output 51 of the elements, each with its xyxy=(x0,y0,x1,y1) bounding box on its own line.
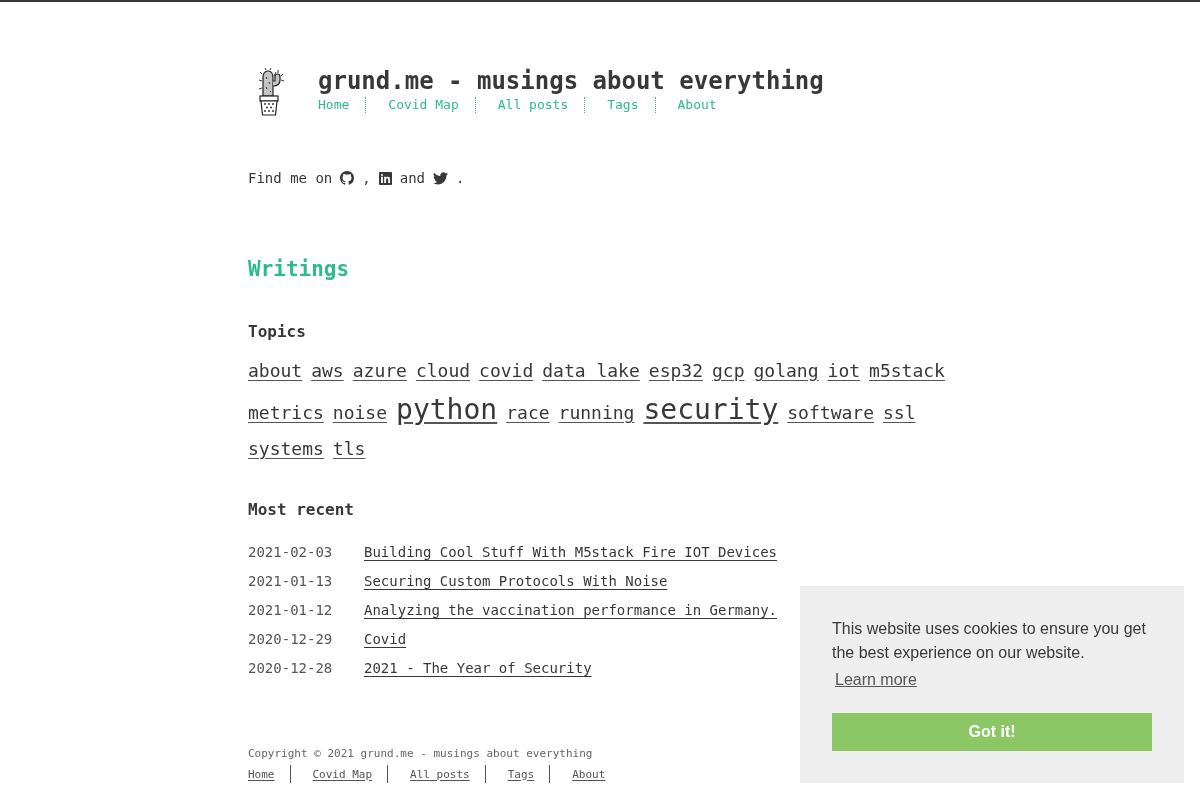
tag-link[interactable]: noise xyxy=(332,401,388,425)
tag-link[interactable]: about xyxy=(248,359,303,383)
post-date: 2020-12-28 xyxy=(248,659,334,678)
footer-link[interactable]: Covid Map xyxy=(312,766,373,782)
cactus-logo-icon[interactable] xyxy=(258,68,284,116)
footer-link[interactable]: All posts xyxy=(410,766,470,782)
tag-link[interactable]: metrics xyxy=(248,401,324,425)
post-date: 2021-01-13 xyxy=(248,572,334,591)
footer-link[interactable]: Tags xyxy=(507,766,535,782)
post-date: 2021-02-03 xyxy=(248,543,334,562)
social-text: and xyxy=(399,169,426,188)
recent-heading: Most recent xyxy=(248,500,355,520)
twitter-bird-icon[interactable] xyxy=(433,171,449,185)
social-text: , xyxy=(362,169,371,188)
tag-link[interactable]: m5stack xyxy=(869,359,945,383)
tag-link[interactable]: python xyxy=(396,393,498,427)
tag-link[interactable]: tls xyxy=(332,437,366,461)
footer-link[interactable]: Home xyxy=(248,766,275,782)
social-text: Find me on xyxy=(248,169,333,188)
post-link[interactable]: 2021 - The Year of Security xyxy=(364,658,777,678)
post-link[interactable]: Securing Custom Protocols With Noise xyxy=(364,571,777,591)
tag-link[interactable]: ssl xyxy=(883,401,916,425)
tag-link[interactable]: data lake xyxy=(542,359,640,383)
social-text: . xyxy=(456,169,465,188)
tag-link[interactable]: cloud xyxy=(415,359,471,383)
site-title[interactable]: grund.me - musings about everything xyxy=(318,67,824,95)
footer-link[interactable]: About xyxy=(572,766,606,782)
github-icon[interactable] xyxy=(340,171,355,185)
post-link[interactable]: Covid xyxy=(364,629,777,649)
post-date: 2020-12-29 xyxy=(248,630,334,649)
learn-more-link[interactable]: Learn more xyxy=(832,670,920,690)
tag-link[interactable]: esp32 xyxy=(648,359,703,383)
tag-link[interactable]: security xyxy=(643,393,779,427)
tag-link[interactable]: azure xyxy=(352,359,407,383)
topics-heading: Topics xyxy=(248,322,307,342)
tag-link[interactable]: software xyxy=(787,401,874,425)
tag-link[interactable]: gcp xyxy=(712,359,745,383)
section-heading: Writings xyxy=(248,256,351,282)
tag-link[interactable]: systems xyxy=(248,437,324,461)
linkedin-icon[interactable] xyxy=(378,171,392,185)
post-link[interactable]: Analyzing the vaccination performance in Germany. xyxy=(364,600,777,620)
post-date: 2021-01-12 xyxy=(248,601,334,620)
cookie-message: This website uses cookies to ensure you get the best experience on our website. xyxy=(832,619,1147,663)
tag-link[interactable]: running xyxy=(558,401,635,425)
tag-link[interactable]: race xyxy=(506,401,550,425)
tag-link[interactable]: iot xyxy=(827,359,861,383)
tag-link[interactable]: aws xyxy=(311,359,344,383)
footer-copyright: Copyright © 2021 grund.me - musings about everything xyxy=(248,746,594,761)
tag-link[interactable]: covid xyxy=(479,359,534,383)
tag-link[interactable]: golang xyxy=(753,359,819,383)
post-link[interactable]: Building Cool Stuff With M5stack Fire IOT Devices xyxy=(364,542,777,562)
